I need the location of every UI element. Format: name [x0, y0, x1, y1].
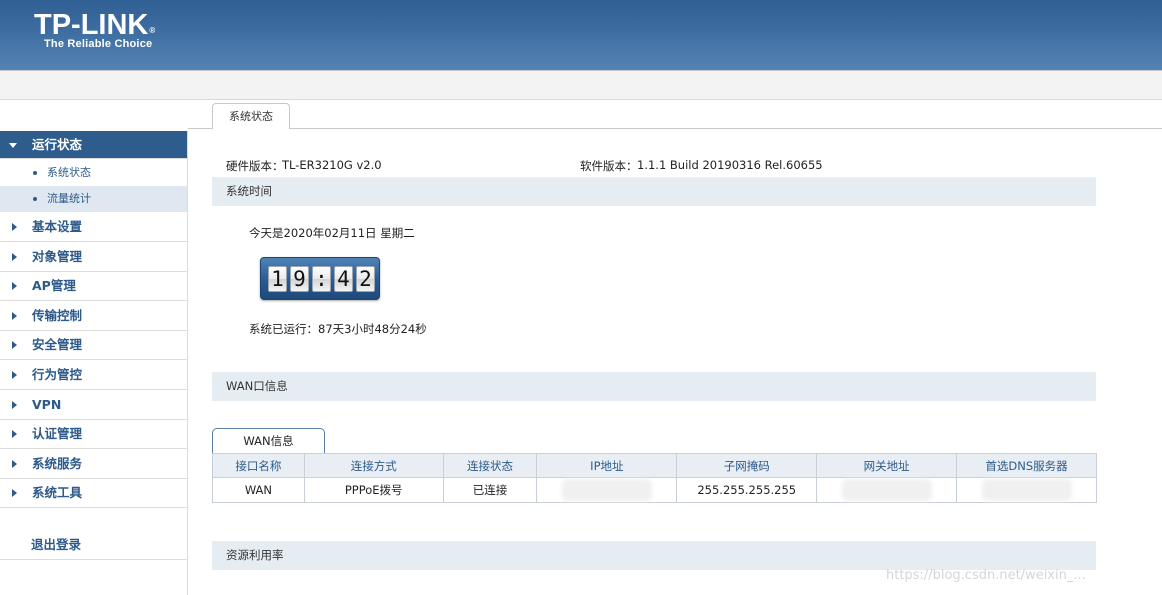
watermark: https://blog.csdn.net/weixin_...: [886, 568, 1086, 583]
sidebar-item-object-management[interactable]: 对象管理: [0, 242, 187, 272]
table-row: WAN PPPoE拨号 已连接 255.255.255.255: [212, 477, 1097, 503]
sidebar-item-behavior-control[interactable]: 行为管控: [0, 360, 187, 390]
sidebar-item-label: 基本设置: [32, 219, 83, 234]
tp-link-logo: TP-LINK® The Reliable Choice: [34, 8, 155, 50]
current-date-text: 今天是2020年02月11日 星期二: [249, 226, 415, 240]
software-version-label: 软件版本：: [580, 159, 638, 173]
section-header-resource-usage: 资源利用率: [212, 541, 1096, 570]
hardware-version-value: TL-ER3210G v2.0: [282, 158, 382, 172]
clock-digit: 9: [290, 266, 309, 292]
column-header: IP地址: [536, 453, 678, 478]
sidebar-item-label: 对象管理: [32, 249, 83, 264]
sidebar-item-vpn[interactable]: VPN: [0, 390, 187, 420]
sidebar-item-label: 运行状态: [32, 137, 83, 152]
cell-gateway: [816, 477, 958, 503]
sidebar-nav: 运行状态 系统状态 流量统计 基本设置 对象管理 AP管理 传输控制 安全管理 …: [0, 131, 188, 595]
redacted-block: [561, 479, 652, 501]
cell-dns: [956, 477, 1097, 503]
clock-digit: 1: [268, 266, 287, 292]
chevron-right-icon: [12, 371, 17, 379]
sidebar-item-label: 认证管理: [32, 426, 83, 441]
software-version-value: 1.1.1 Build 20190316 Rel.60655: [637, 158, 823, 172]
cell-connection-mode: PPPoE拨号: [303, 477, 444, 503]
table-header-row: 接口名称 连接方式 连接状态 IP地址 子网掩码 网关地址 首选DNS服务器: [212, 453, 1097, 478]
sidebar-item-label: 系统工具: [32, 485, 83, 500]
hardware-version-label: 硬件版本：: [226, 159, 284, 173]
cell-connection-status: 已连接: [442, 477, 538, 503]
clock-digit: 2: [356, 266, 375, 292]
section-title: 资源利用率: [226, 548, 284, 562]
logo-text: TP-LINK: [34, 9, 149, 41]
chevron-right-icon: [12, 253, 17, 261]
tab-divider: [188, 128, 1162, 129]
sidebar-item-running-status[interactable]: 运行状态: [0, 131, 187, 159]
section-header-wan-info: WAN口信息: [212, 372, 1096, 401]
section-title: 系统时间: [226, 184, 272, 198]
chevron-down-icon: [9, 143, 17, 148]
clock-colon: :: [312, 266, 331, 292]
column-header: 连接方式: [303, 453, 444, 478]
chevron-right-icon: [12, 341, 17, 349]
sidebar-item-auth-management[interactable]: 认证管理: [0, 419, 187, 449]
uptime-text: 系统已运行：87天3小时48分24秒: [249, 322, 427, 336]
logo-tagline: The Reliable Choice: [44, 38, 153, 50]
chevron-right-icon: [12, 223, 17, 231]
wan-info-table: 接口名称 连接方式 连接状态 IP地址 子网掩码 网关地址 首选DNS服务器 W…: [212, 453, 1097, 503]
chevron-right-icon: [12, 401, 17, 409]
sidebar-item-basic-settings[interactable]: 基本设置: [0, 212, 187, 242]
redacted-block: [981, 479, 1072, 501]
digital-clock: 1 9 : 4 2: [260, 257, 380, 300]
column-header: 子网掩码: [676, 453, 818, 478]
cell-ip-address: [536, 477, 678, 503]
chevron-right-icon: [12, 282, 17, 290]
tab-wan-info[interactable]: WAN信息: [212, 428, 325, 454]
sidebar-item-transmission-control[interactable]: 传输控制: [0, 301, 187, 331]
bullet-icon: [33, 171, 37, 175]
sidebar-item-label: 行为管控: [32, 367, 83, 382]
sidebar-item-label: AP管理: [32, 278, 76, 293]
chevron-right-icon: [12, 489, 17, 497]
sidebar-item-ap-management[interactable]: AP管理: [0, 271, 187, 301]
cell-subnet-mask: 255.255.255.255: [676, 477, 818, 503]
sidebar-item-label: 安全管理: [32, 337, 83, 352]
sidebar-subitem-label: 系统状态: [47, 166, 91, 179]
sidebar-item-security-management[interactable]: 安全管理: [0, 330, 187, 360]
column-header: 网关地址: [816, 453, 958, 478]
trademark-mark: ®: [149, 26, 156, 35]
sidebar-subitem-label: 流量统计: [47, 192, 91, 205]
top-toolbar: [0, 70, 1162, 100]
chevron-right-icon: [12, 312, 17, 320]
sidebar-subitem-system-status[interactable]: 系统状态: [0, 160, 187, 186]
redacted-block: [841, 479, 932, 501]
logout-label: 退出登录: [31, 537, 82, 552]
cell-interface-name: WAN: [212, 477, 305, 503]
section-header-system-time: 系统时间: [212, 177, 1096, 206]
column-header: 首选DNS服务器: [956, 453, 1097, 478]
sidebar-item-label: 系统服务: [32, 456, 83, 471]
sidebar-item-system-tools[interactable]: 系统工具: [0, 478, 187, 508]
sidebar-subitem-traffic-stats[interactable]: 流量统计: [0, 186, 187, 212]
sidebar-item-label: VPN: [32, 397, 62, 412]
chevron-right-icon: [12, 430, 17, 438]
section-title: WAN口信息: [226, 379, 288, 393]
sidebar-item-system-services[interactable]: 系统服务: [0, 449, 187, 479]
header-banner: TP-LINK® The Reliable Choice: [0, 0, 1162, 70]
bullet-icon: [33, 197, 37, 201]
chevron-right-icon: [12, 460, 17, 468]
column-header: 接口名称: [212, 453, 305, 478]
column-header: 连接状态: [442, 453, 538, 478]
logout-button[interactable]: 退出登录: [0, 530, 187, 560]
sidebar-item-label: 传输控制: [32, 308, 83, 323]
tab-system-status[interactable]: 系统状态: [212, 103, 290, 129]
clock-digit: 4: [334, 266, 353, 292]
